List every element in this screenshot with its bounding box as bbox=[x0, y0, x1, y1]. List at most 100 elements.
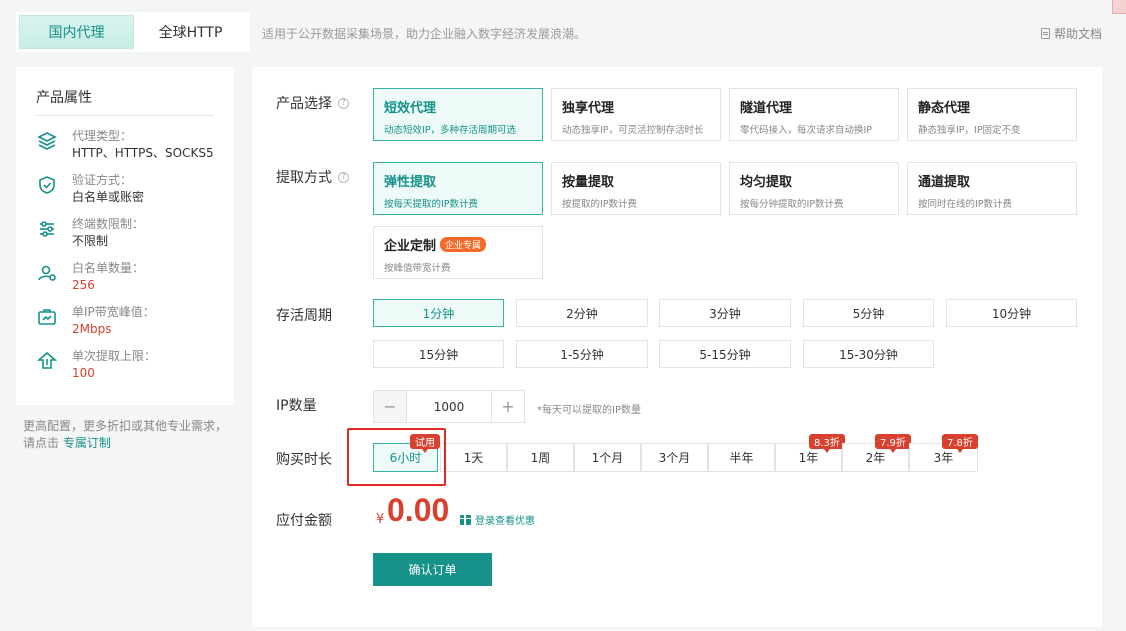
duration-option-label: 半年 bbox=[729, 451, 754, 465]
card-subtitle: 静态独享IP，IP固定不变 bbox=[918, 125, 1021, 136]
card-title: 隧道代理 bbox=[740, 101, 793, 116]
duration-option-label: 1年 bbox=[798, 451, 819, 465]
ip-quantity-stepper: − + bbox=[373, 390, 525, 423]
card-title: 按量提取 bbox=[562, 175, 615, 190]
lifetime-option[interactable]: 10分钟 bbox=[946, 299, 1077, 327]
duration-option-label: 3个月 bbox=[658, 451, 691, 465]
product-tunnel[interactable]: 隧道代理 零代码接入，每次请求自动换IP bbox=[729, 88, 899, 141]
currency-symbol: ¥ bbox=[376, 512, 385, 527]
attr-value: 2Mbps bbox=[72, 322, 112, 336]
attr-value: 不限制 bbox=[72, 234, 109, 248]
question-icon[interactable]: ? bbox=[338, 171, 349, 183]
duration-option[interactable]: 1天 bbox=[440, 443, 507, 472]
upload-icon bbox=[36, 351, 58, 369]
extract-label: 提取方式 ? bbox=[276, 167, 349, 187]
help-docs-link[interactable]: 帮助文档 bbox=[1040, 25, 1102, 42]
decrement-button[interactable]: − bbox=[373, 390, 407, 423]
attr-proxy-type: 代理类型： HTTP、HTTPS、SOCKS5 bbox=[36, 128, 214, 162]
duration-option-label: 1天 bbox=[463, 451, 484, 465]
card-subtitle: 按同时在线的IP数计费 bbox=[918, 199, 1013, 210]
lifetime-label-text: 存活周期 bbox=[276, 308, 332, 324]
extract-channel[interactable]: 通道提取 按同时在线的IP数计费 bbox=[907, 162, 1077, 215]
lifetime-option[interactable]: 5分钟 bbox=[803, 299, 934, 327]
card-title: 独享代理 bbox=[562, 101, 615, 116]
lifetime-option[interactable]: 5-15分钟 bbox=[659, 340, 791, 368]
attr-value: 256 bbox=[72, 278, 95, 292]
tab-global-http[interactable]: 全球HTTP bbox=[134, 15, 247, 49]
duration-option[interactable]: 1周 bbox=[507, 443, 574, 472]
lifetime-label: 存活周期 bbox=[276, 305, 332, 325]
duration-option[interactable]: 3个月 bbox=[641, 443, 708, 472]
card-subtitle: 动态独享IP，可灵活控制存活时长 bbox=[562, 125, 704, 136]
corner-feedback-tab[interactable] bbox=[1112, 0, 1126, 14]
document-icon bbox=[1040, 28, 1050, 39]
price-label-text: 应付金额 bbox=[276, 513, 332, 529]
lifetime-option[interactable]: 1-5分钟 bbox=[516, 340, 648, 368]
attr-label: 验证方式： bbox=[72, 173, 133, 187]
duration-label: 购买时长 bbox=[276, 449, 332, 469]
duration-option[interactable]: 1年 8.3折 bbox=[775, 434, 845, 472]
card-subtitle: 按峰值带宽计费 bbox=[384, 263, 451, 274]
bandwidth-icon bbox=[38, 309, 56, 325]
duration-option[interactable]: 2年 7.9折 bbox=[842, 434, 911, 472]
duration-option[interactable]: 3年 7.8折 bbox=[909, 434, 978, 472]
attr-label: 代理类型： bbox=[72, 129, 133, 143]
lifetime-option[interactable]: 1分钟 bbox=[373, 299, 504, 327]
card-title: 弹性提取 bbox=[384, 175, 437, 190]
price-amount: 0.00 bbox=[387, 492, 450, 528]
confirm-order-button[interactable]: 确认订单 bbox=[373, 553, 492, 586]
discount-badge: 8.3折 bbox=[809, 434, 845, 453]
discount-badge: 7.8折 bbox=[942, 434, 978, 453]
attr-bandwidth-peak: 单IP带宽峰值： 2Mbps bbox=[36, 304, 214, 338]
increment-button[interactable]: + bbox=[491, 390, 525, 423]
ip-quantity-input[interactable] bbox=[407, 390, 491, 423]
duration-option[interactable]: 1个月 bbox=[574, 443, 641, 472]
duration-option[interactable]: 半年 bbox=[708, 443, 775, 472]
attr-label: 终端数限制： bbox=[72, 217, 145, 231]
duration-option-label: 1周 bbox=[530, 451, 551, 465]
order-form: 产品选择 ? 短效代理 动态短效IP，多种存活周期可选 独享代理 动态独享IP，… bbox=[252, 67, 1102, 627]
extract-elastic[interactable]: 弹性提取 按每天提取的IP数计费 bbox=[373, 162, 543, 215]
card-subtitle: 按每天提取的IP数计费 bbox=[384, 199, 479, 210]
attr-auth-method: 验证方式： 白名单或账密 bbox=[36, 172, 214, 206]
sliders-icon bbox=[40, 221, 54, 237]
duration-label-text: 购买时长 bbox=[276, 452, 332, 468]
shield-icon bbox=[39, 176, 55, 194]
question-icon[interactable]: ? bbox=[338, 97, 349, 109]
login-promo-link[interactable]: 登录查看优惠 bbox=[460, 512, 535, 527]
product-attributes-panel: 产品属性 代理类型： HTTP、HTTPS、SOCKS5 验证方式： 白名单或账… bbox=[16, 67, 234, 405]
attr-terminal-limit: 终端数限制： 不限制 bbox=[36, 216, 214, 250]
duration-option-label: 2年 bbox=[865, 451, 886, 465]
duration-option-label: 3年 bbox=[933, 451, 954, 465]
attr-whitelist-count: 白名单数量： 256 bbox=[36, 260, 214, 294]
lifetime-option[interactable]: 3分钟 bbox=[659, 299, 791, 327]
extract-by-quantity[interactable]: 按量提取 按提取的IP数计费 bbox=[551, 162, 721, 215]
duration-option-label: 1个月 bbox=[591, 451, 624, 465]
help-docs-label: 帮助文档 bbox=[1053, 27, 1102, 41]
product-exclusive[interactable]: 独享代理 动态独享IP，可灵活控制存活时长 bbox=[551, 88, 721, 141]
ip-count-label-text: IP数量 bbox=[276, 398, 317, 414]
product-short-term[interactable]: 短效代理 动态短效IP，多种存活周期可选 bbox=[373, 88, 543, 141]
attr-extract-limit: 单次提取上限： 100 bbox=[36, 348, 214, 382]
lifetime-option[interactable]: 2分钟 bbox=[516, 299, 648, 327]
lifetime-option[interactable]: 15分钟 bbox=[373, 340, 504, 368]
tab-domestic-proxy[interactable]: 国内代理 bbox=[19, 15, 134, 49]
extract-enterprise[interactable]: 企业定制 企业专属 按峰值带宽计费 bbox=[373, 226, 543, 279]
ip-count-label: IP数量 bbox=[276, 395, 317, 415]
attr-value: 100 bbox=[72, 366, 95, 380]
note-text: 更高配置，更多折扣或其他专业需求，请点击 bbox=[23, 419, 228, 450]
product-static[interactable]: 静态代理 静态独享IP，IP固定不变 bbox=[907, 88, 1077, 141]
gift-icon bbox=[460, 514, 471, 525]
card-title: 通道提取 bbox=[918, 175, 971, 190]
extract-uniform[interactable]: 均匀提取 按每分钟提取的IP数计费 bbox=[729, 162, 899, 215]
layers-icon bbox=[37, 132, 57, 150]
ip-count-hint: *每天可以提取的IP数量 bbox=[537, 405, 641, 416]
lifetime-option[interactable]: 15-30分钟 bbox=[803, 340, 934, 368]
card-title-text: 企业定制 bbox=[384, 239, 437, 254]
attr-value: HTTP、HTTPS、SOCKS5 bbox=[72, 146, 214, 160]
sidebar-title: 产品属性 bbox=[36, 87, 214, 116]
custom-order-link[interactable]: 专属订制 bbox=[63, 436, 111, 450]
custom-config-note: 更高配置，更多折扣或其他专业需求，请点击 专属订制 bbox=[23, 418, 233, 452]
card-subtitle: 按提取的IP数计费 bbox=[562, 199, 638, 210]
selection-highlight bbox=[347, 428, 446, 486]
